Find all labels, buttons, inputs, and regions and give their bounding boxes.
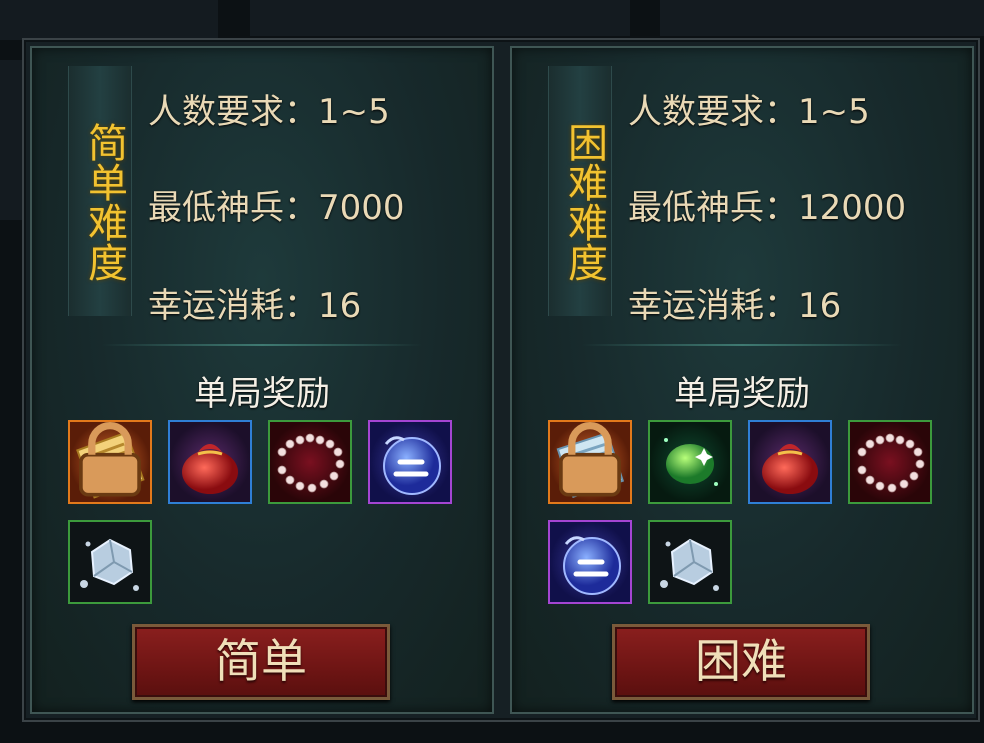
reward-item-silver-ore[interactable]	[648, 520, 732, 604]
easy-difficulty-panel: 简单难度 人数要求：1~5 最低神兵：7000 幸运消耗：16 单局奖励 简单	[30, 46, 494, 714]
background-block	[0, 60, 22, 220]
blue-orb-icon	[370, 422, 450, 502]
reward-item-pearl-necklace[interactable]	[268, 420, 352, 504]
reward-item-red-pouch[interactable]	[168, 420, 252, 504]
difficulty-label: 困难难度	[561, 122, 607, 282]
reward-item-red-pouch[interactable]	[748, 420, 832, 504]
section-divider	[582, 344, 902, 346]
background-block	[660, 0, 984, 36]
pearl-necklace-icon	[850, 422, 930, 502]
min-weapon-requirement: 最低神兵：7000	[148, 188, 405, 228]
luck-cost-requirement: 幸运消耗：16	[148, 286, 362, 326]
reward-item-blue-scroll[interactable]	[548, 420, 632, 504]
luck-cost-requirement: 幸运消耗：16	[628, 286, 842, 326]
reward-title: 单局奖励	[674, 374, 810, 414]
hard-difficulty-button[interactable]: 困难	[612, 624, 870, 700]
player-count-requirement: 人数要求：1~5	[628, 92, 870, 132]
background-block	[0, 0, 218, 40]
difficulty-banner: 困难难度	[548, 66, 612, 316]
red-pouch-icon	[170, 422, 250, 502]
easy-difficulty-button[interactable]: 简单	[132, 624, 390, 700]
hard-difficulty-panel: 困难难度 人数要求：1~5 最低神兵：12000 幸运消耗：16 单局奖励 困难	[510, 46, 974, 714]
min-weapon-requirement: 最低神兵：12000	[628, 188, 907, 228]
blue-orb-icon	[550, 522, 630, 602]
difficulty-label: 简单难度	[81, 122, 127, 282]
silver-ore-icon	[70, 522, 150, 602]
red-pouch-icon	[750, 422, 830, 502]
green-gem-icon	[650, 422, 730, 502]
reward-item-blue-orb[interactable]	[548, 520, 632, 604]
section-divider	[102, 344, 422, 346]
silver-ore-icon	[650, 522, 730, 602]
reward-item-green-gem[interactable]	[648, 420, 732, 504]
lock-icon	[559, 422, 621, 497]
player-count-requirement: 人数要求：1~5	[148, 92, 390, 132]
reward-title: 单局奖励	[194, 374, 330, 414]
difficulty-banner: 简单难度	[68, 66, 132, 316]
lock-icon	[79, 422, 141, 497]
reward-item-pearl-necklace[interactable]	[848, 420, 932, 504]
background-block	[250, 0, 630, 36]
reward-item-silver-ore[interactable]	[68, 520, 152, 604]
pearl-necklace-icon	[270, 422, 350, 502]
reward-item-golden-scroll[interactable]	[68, 420, 152, 504]
reward-item-blue-orb[interactable]	[368, 420, 452, 504]
